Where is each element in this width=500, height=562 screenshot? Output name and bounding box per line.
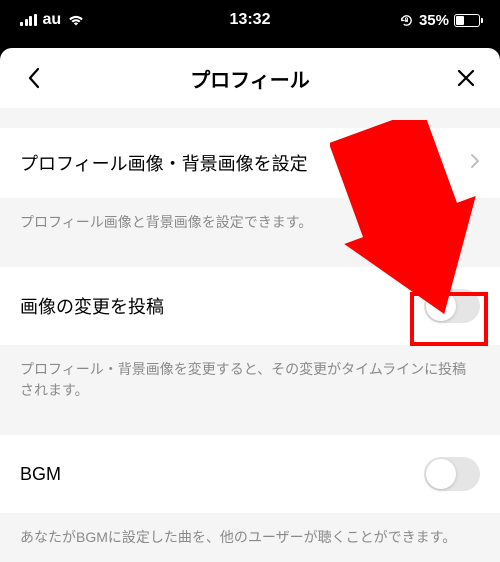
- toggle-knob: [426, 291, 456, 321]
- status-left: au: [20, 11, 85, 29]
- toggle-bgm[interactable]: [424, 457, 480, 491]
- wifi-icon: [67, 13, 85, 27]
- chevron-right-icon: [470, 153, 480, 174]
- battery-pct: 35%: [419, 12, 449, 29]
- section-gap: [0, 415, 500, 435]
- status-time: 13:32: [230, 11, 271, 29]
- status-bar: au 13:32 35%: [0, 0, 500, 40]
- close-button[interactable]: [452, 64, 480, 92]
- toggle-post-image-change[interactable]: [424, 289, 480, 323]
- row-label: 画像の変更を投稿: [20, 293, 164, 319]
- row-post-image-change-desc: プロフィール・背景画像を変更すると、その変更がタイムラインに投稿されます。: [0, 345, 500, 415]
- row-image-settings[interactable]: プロフィール画像・背景画像を設定: [0, 128, 500, 198]
- row-label: プロフィール画像・背景画像を設定: [20, 150, 308, 176]
- signal-icon: [20, 14, 37, 26]
- row-post-image-change: 画像の変更を投稿: [0, 267, 500, 345]
- row-image-settings-desc: プロフィール画像と背景画像を設定できます。: [0, 198, 500, 247]
- page-header: プロフィール: [0, 48, 500, 108]
- carrier-label: au: [43, 11, 62, 29]
- row-bgm-desc: あなたがBGMに設定した曲を、他のユーザーが聴くことができます。: [0, 513, 500, 562]
- page-title: プロフィール: [190, 64, 310, 93]
- back-button[interactable]: [20, 64, 48, 92]
- orientation-lock-icon: [399, 13, 414, 28]
- section-gap: [0, 247, 500, 267]
- row-bgm: BGM: [0, 435, 500, 513]
- row-label: BGM: [20, 464, 61, 485]
- section-gap: [0, 108, 500, 128]
- toggle-knob: [426, 459, 456, 489]
- battery-icon: [454, 14, 480, 27]
- status-right: 35%: [399, 12, 480, 29]
